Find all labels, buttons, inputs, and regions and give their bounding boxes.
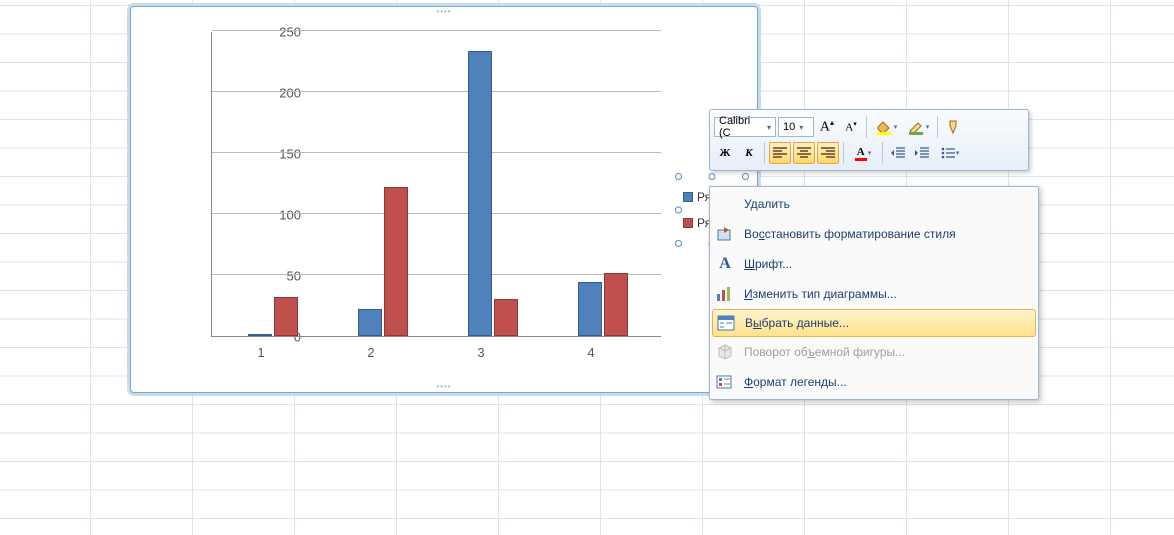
separator (937, 116, 938, 138)
chart-object[interactable]: •••• •••• 0 50 100 150 200 250 1 2 3 4 (130, 6, 758, 393)
bar-series2[interactable] (274, 297, 298, 336)
bar-series1[interactable] (248, 334, 272, 336)
font-name-value: Calibri (С (719, 115, 763, 139)
shrink-font-button[interactable]: A▾ (840, 116, 862, 138)
cube-icon (714, 341, 736, 363)
bold-button[interactable]: Ж (714, 142, 736, 164)
decrease-indent-icon (891, 147, 905, 159)
pencil-icon (907, 119, 925, 135)
separator (843, 142, 844, 164)
menu-font[interactable]: A Шрифт... (712, 249, 1036, 279)
x-tick: 4 (576, 345, 606, 360)
gridline (212, 91, 661, 92)
font-color-dropdown[interactable]: A▾ (848, 142, 878, 164)
bullets-icon (941, 147, 955, 159)
chart-handle-top[interactable]: •••• (436, 9, 451, 15)
gridline (212, 274, 661, 275)
increase-indent-button[interactable] (911, 142, 933, 164)
shrink-font-icon: A▾ (845, 120, 856, 134)
decrease-indent-button[interactable] (887, 142, 909, 164)
menu-format-legend[interactable]: Формат легенды... (712, 367, 1036, 397)
reset-style-icon (714, 223, 736, 245)
format-painter-button[interactable] (942, 116, 964, 138)
font-name-dropdown[interactable]: Calibri (С▾ (714, 117, 776, 137)
bullets-dropdown[interactable]: ▾ (935, 142, 965, 164)
menu-select-data[interactable]: Выбрать данные... (712, 309, 1036, 337)
separator (882, 142, 883, 164)
chart-handle-bottom[interactable]: •••• (436, 384, 451, 390)
italic-icon: К (745, 147, 752, 159)
bar-series2[interactable] (604, 273, 628, 336)
align-center-button[interactable] (793, 142, 815, 164)
paint-bucket-icon (875, 119, 893, 135)
chart-type-icon (714, 283, 736, 305)
paintbrush-icon (945, 119, 961, 135)
selection-handle[interactable] (675, 173, 682, 180)
legend-swatch-series2 (683, 218, 693, 228)
separator (764, 142, 765, 164)
gridline (212, 213, 661, 214)
gridline (212, 152, 661, 153)
selection-handle[interactable] (742, 173, 749, 180)
italic-button[interactable]: К (738, 142, 760, 164)
font-icon: A (714, 253, 736, 275)
font-size-value: 10 (783, 121, 795, 133)
menu-label: Восстановить форматирование стиля (744, 227, 956, 241)
bar-series1[interactable] (358, 309, 382, 336)
font-color-icon: A (855, 146, 867, 161)
menu-label: Удалить (744, 197, 790, 211)
bold-icon: Ж (720, 147, 731, 159)
bar-series2[interactable] (384, 187, 408, 336)
fill-color-dropdown[interactable]: ▾ (871, 116, 901, 138)
menu-label: Поворот объемной фигуры... (744, 345, 905, 359)
align-center-icon (797, 147, 811, 159)
grow-font-button[interactable]: A▴ (816, 116, 838, 138)
menu-label: Изменить тип диаграммы... (744, 287, 897, 301)
bar-series2[interactable] (494, 299, 518, 336)
x-tick: 1 (246, 345, 276, 360)
increase-indent-icon (915, 147, 929, 159)
bar-series1[interactable] (578, 282, 602, 336)
grow-font-icon: A▴ (820, 118, 834, 136)
mini-toolbar[interactable]: Calibri (С▾ 10▾ A▴ A▾ ▾ ▾ Ж К (709, 109, 1029, 171)
format-legend-icon (714, 371, 736, 393)
gridline (212, 30, 661, 31)
bar-series1[interactable] (468, 51, 492, 336)
outline-color-dropdown[interactable]: ▾ (903, 116, 933, 138)
context-menu[interactable]: Удалить Восстановить форматирование стил… (709, 186, 1039, 400)
plot-area[interactable] (211, 32, 661, 337)
align-right-icon (821, 147, 835, 159)
menu-reset-style[interactable]: Восстановить форматирование стиля (712, 219, 1036, 249)
font-size-dropdown[interactable]: 10▾ (778, 117, 814, 137)
menu-label: Формат легенды... (744, 375, 847, 389)
legend-swatch-series1 (683, 192, 693, 202)
align-left-icon (773, 147, 787, 159)
align-right-button[interactable] (817, 142, 839, 164)
x-tick: 2 (356, 345, 386, 360)
selection-handle[interactable] (675, 240, 682, 247)
selection-handle[interactable] (709, 173, 716, 180)
align-left-button[interactable] (769, 142, 791, 164)
blank-icon (714, 193, 736, 215)
x-tick: 3 (466, 345, 496, 360)
menu-3d-rotation: Поворот объемной фигуры... (712, 337, 1036, 367)
menu-label: Шрифт... (744, 257, 792, 271)
select-data-icon (715, 312, 737, 334)
menu-label: Выбрать данные... (745, 316, 849, 330)
separator (866, 116, 867, 138)
selection-handle[interactable] (675, 207, 682, 214)
menu-delete[interactable]: Удалить (712, 189, 1036, 219)
menu-change-chart-type[interactable]: Изменить тип диаграммы... (712, 279, 1036, 309)
